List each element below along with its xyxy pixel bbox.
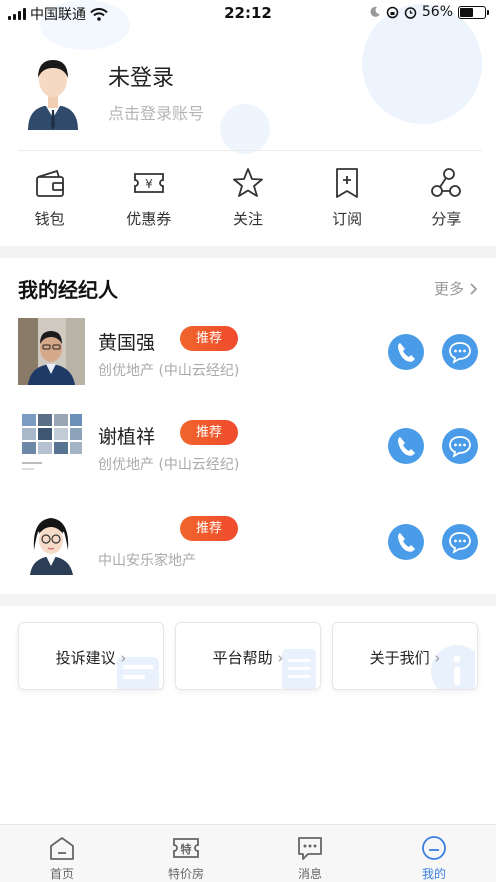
quick-label: 关注	[232, 210, 263, 228]
chat-button[interactable]	[442, 524, 478, 560]
quick-label: 优惠券	[126, 210, 172, 228]
card-label: 投诉建议 ›	[55, 649, 127, 667]
special-price-icon: 特	[173, 838, 199, 858]
chat-button[interactable]	[442, 428, 478, 464]
quick-coupon[interactable]: ¥ 优惠券	[99, 166, 198, 236]
alarm-icon	[404, 6, 417, 19]
tab-label: 首页	[49, 867, 74, 881]
quick-actions: 钱包 ¥ 优惠券 关注 订阅 分享	[0, 166, 496, 236]
login-hint[interactable]: 点击登录账号	[108, 100, 204, 124]
agent-company: 中山安乐家地产	[98, 553, 196, 569]
quick-label: 订阅	[332, 210, 363, 228]
tab-label: 我的	[421, 867, 446, 881]
battery-percent: 56%	[421, 4, 453, 20]
tab-messages[interactable]: 消息	[248, 825, 372, 882]
message-icon	[298, 837, 322, 860]
quick-follow[interactable]: 关注	[198, 166, 297, 236]
wallet-icon	[35, 169, 64, 197]
star-icon	[233, 168, 263, 197]
agent-name: 谢植祥	[98, 426, 156, 448]
bookmark-icon	[336, 168, 359, 198]
call-button[interactable]	[388, 428, 424, 464]
about-card[interactable]: 关于我们 ›	[332, 622, 478, 690]
quick-wallet[interactable]: 钱包	[0, 166, 99, 236]
share-icon	[431, 168, 462, 197]
battery-icon	[458, 5, 489, 19]
chat-bubble-icon	[449, 436, 471, 458]
agent-photo	[18, 318, 85, 385]
agent-photo	[18, 412, 85, 479]
agent-row[interactable]: 黄国强 推荐 创优地产 (中山云经纪)	[0, 318, 496, 398]
chat-bubble-icon	[449, 532, 471, 554]
card-label: 平台帮助 ›	[212, 649, 284, 667]
chat-bubble-icon	[449, 342, 471, 364]
recommend-badge: 推荐	[180, 516, 238, 541]
phone-icon	[398, 343, 415, 362]
chevron-right-icon	[470, 282, 478, 295]
divider	[18, 150, 482, 151]
quick-label: 分享	[431, 210, 462, 228]
bg-bubble	[220, 104, 270, 154]
profile-icon	[422, 836, 446, 860]
quick-subscribe[interactable]: 订阅	[298, 166, 397, 236]
quick-label: 钱包	[34, 210, 65, 228]
recommend-badge: 推荐	[180, 420, 238, 445]
lock-rotation-icon	[386, 6, 399, 18]
tab-mine[interactable]: 我的	[372, 825, 496, 882]
agent-row[interactable]: 谢植祥 推荐 创优地产 (中山云经纪)	[0, 412, 496, 492]
home-icon	[50, 837, 74, 860]
user-name[interactable]: 未登录	[108, 60, 174, 92]
feedback-card[interactable]: 投诉建议 ›	[18, 622, 164, 690]
agent-company: 创优地产 (中山云经纪)	[98, 363, 240, 379]
tab-bar: 首页 特 特价房 消息 我的	[0, 824, 496, 882]
section-title: 我的经纪人	[18, 278, 118, 302]
more-label: 更多	[433, 280, 464, 298]
avatar[interactable]	[24, 54, 82, 130]
agent-name: 黄国强	[98, 332, 156, 354]
svg-text:特: 特	[181, 842, 192, 856]
agent-row[interactable]: 推荐 中山安乐家地产	[0, 508, 496, 588]
section-gap	[0, 594, 496, 606]
agent-company: 创优地产 (中山云经纪)	[98, 457, 240, 473]
service-cards: 投诉建议 › 平台帮助 › 关于我们 ›	[18, 622, 478, 690]
moon-icon	[370, 6, 380, 17]
chat-button[interactable]	[442, 334, 478, 370]
help-card[interactable]: 平台帮助 ›	[175, 622, 321, 690]
tab-label: 特价房	[167, 867, 204, 881]
coupon-icon: ¥	[133, 173, 164, 193]
tab-special-price[interactable]: 特 特价房	[124, 825, 248, 882]
phone-icon	[398, 437, 415, 456]
phone-icon	[398, 533, 415, 552]
svg-text:¥: ¥	[145, 177, 153, 191]
tab-label: 消息	[297, 867, 322, 881]
quick-share[interactable]: 分享	[397, 166, 496, 236]
tab-home[interactable]: 首页	[0, 825, 124, 882]
section-gap	[0, 246, 496, 258]
call-button[interactable]	[388, 524, 424, 560]
status-bar: 中国联通 22:12 56%	[0, 0, 496, 26]
card-label: 关于我们 ›	[369, 649, 441, 667]
more-link[interactable]: 更多	[434, 278, 478, 299]
agent-photo	[18, 508, 85, 575]
call-button[interactable]	[388, 334, 424, 370]
recommend-badge: 推荐	[180, 326, 238, 351]
